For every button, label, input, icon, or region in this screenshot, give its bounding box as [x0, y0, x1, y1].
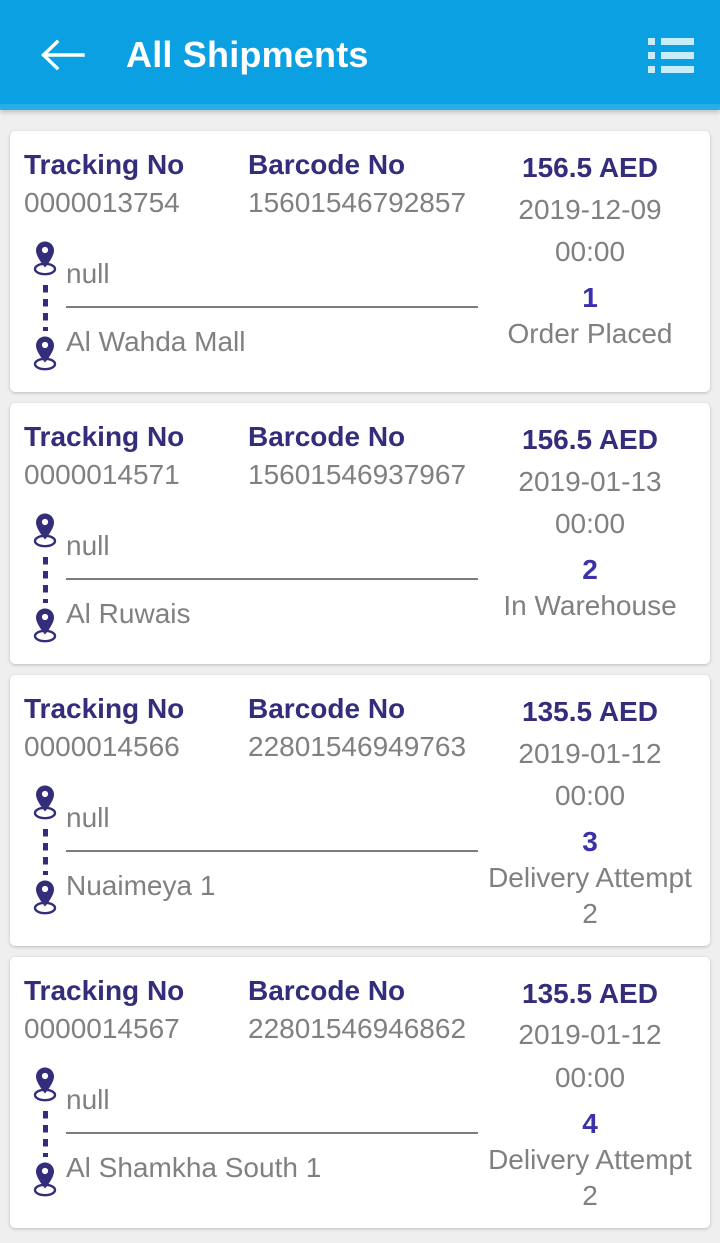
route-rail	[24, 510, 66, 650]
barcode-no-label: Barcode No	[248, 149, 406, 180]
shipment-details: Tracking No 0000013754 Barcode No 156015…	[24, 147, 484, 378]
route-dotted-line	[42, 285, 48, 332]
tracking-no-label: Tracking No	[24, 421, 185, 453]
shipment-card[interactable]: Tracking No 0000014567 Barcode No 228015…	[10, 956, 710, 1228]
origin-address: null	[66, 258, 110, 290]
list-view-icon	[648, 37, 694, 73]
shipment-date: 2019-01-12	[518, 1019, 662, 1051]
route-rail	[24, 1064, 66, 1204]
barcode-no-value: 22801546949763	[248, 731, 467, 763]
shipment-date: 2019-01-12	[518, 737, 662, 769]
tracking-no-label: Tracking No	[24, 974, 185, 1006]
barcode-no-field: Barcode No 22801546949763	[248, 691, 484, 766]
page-title: All Shipments	[126, 34, 369, 75]
destination-address: Al Ruwais	[66, 598, 191, 630]
barcode-no-field: Barcode No 15601546792857	[248, 147, 484, 222]
tracking-no-value: 0000014571	[24, 458, 180, 490]
list-view-button[interactable]	[632, 27, 694, 83]
shipment-details: Tracking No 0000014571 Barcode No 156015…	[24, 419, 484, 650]
barcode-no-value: 22801546946862	[248, 1012, 467, 1044]
barcode-no-value: 15601546792857	[248, 186, 467, 218]
tracking-no-value: 0000014567	[24, 1012, 180, 1044]
shipment-amount: 156.5 AED	[522, 424, 658, 456]
tracking-no-field: Tracking No 0000014566	[24, 691, 248, 766]
barcode-no-field: Barcode No 15601546937967	[248, 419, 484, 494]
shipment-summary: 156.5 AED 2019-12-09 00:00 1 Order Place…	[484, 147, 696, 352]
shipment-details: Tracking No 0000014567 Barcode No 228015…	[24, 973, 484, 1204]
barcode-no-label: Barcode No	[248, 693, 406, 725]
shipment-list[interactable]: Tracking No 0000013754 Barcode No 156015…	[0, 110, 720, 1243]
status-code: 1	[582, 281, 598, 313]
tracking-no-field: Tracking No 0000014571	[24, 419, 248, 494]
tracking-no-field: Tracking No 0000013754	[24, 147, 248, 222]
shipment-identifiers: Tracking No 0000014566 Barcode No 228015…	[24, 691, 484, 766]
shipment-date: 2019-01-13	[518, 465, 662, 497]
status-text: In Warehouse	[503, 590, 677, 622]
destination-address: Al Wahda Mall	[66, 326, 246, 358]
origin-pin-icon	[30, 782, 60, 827]
status-code: 3	[582, 825, 598, 857]
shipment-time: 00:00	[554, 507, 626, 539]
route-rail	[24, 238, 66, 378]
tracking-no-value: 0000014566	[24, 731, 180, 763]
tracking-no-label: Tracking No	[24, 149, 185, 180]
destination-pin-icon	[30, 333, 60, 378]
status-text: Delivery Attempt 2	[488, 1144, 692, 1211]
origin-pin-icon	[30, 510, 60, 555]
origin-address: null	[66, 530, 110, 562]
destination-pin-icon	[30, 1159, 60, 1204]
app-bar: All Shipments	[0, 0, 720, 110]
shipment-card[interactable]: Tracking No 0000014566 Barcode No 228015…	[10, 675, 710, 946]
destination-address: Al Shamkha South 1	[66, 1152, 322, 1184]
tracking-no-label: Tracking No	[24, 693, 185, 725]
shipment-amount: 135.5 AED	[522, 696, 658, 728]
shipment-summary: 135.5 AED 2019-01-12 00:00 3 Delivery At…	[484, 691, 696, 932]
shipment-amount: 156.5 AED	[522, 152, 658, 183]
route-addresses: null Al Shamkha South 1	[66, 1064, 484, 1204]
status-text: Order Placed	[507, 318, 673, 350]
barcode-no-label: Barcode No	[248, 421, 406, 453]
tracking-no-field: Tracking No 0000014567	[24, 973, 248, 1048]
route-addresses: null Al Wahda Mall	[66, 238, 484, 378]
route-section: null Nuaimeya 1	[24, 782, 484, 922]
origin-address: null	[66, 1083, 110, 1115]
destination-address: Nuaimeya 1	[66, 870, 216, 902]
route-addresses: null Nuaimeya 1	[66, 782, 484, 922]
status-code: 2	[582, 553, 598, 585]
back-button[interactable]	[30, 23, 94, 87]
origin-address: null	[66, 802, 110, 834]
shipment-amount: 135.5 AED	[522, 977, 658, 1009]
route-dotted-line	[42, 829, 48, 876]
route-section: null Al Ruwais	[24, 510, 484, 650]
shipment-date: 2019-12-09	[518, 193, 662, 225]
route-addresses: null Al Ruwais	[66, 510, 484, 650]
back-arrow-icon	[39, 37, 85, 73]
shipment-summary: 135.5 AED 2019-01-12 00:00 4 Delivery At…	[484, 973, 696, 1214]
shipment-card[interactable]: Tracking No 0000013754 Barcode No 156015…	[10, 131, 710, 393]
shipment-identifiers: Tracking No 0000013754 Barcode No 156015…	[24, 147, 484, 222]
route-rail	[24, 782, 66, 922]
destination-pin-icon	[30, 605, 60, 650]
destination-pin-icon	[30, 877, 60, 922]
route-section: null Al Shamkha South 1	[24, 1064, 484, 1204]
route-dotted-line	[42, 1110, 48, 1157]
shipment-time: 00:00	[554, 235, 626, 267]
shipment-summary: 156.5 AED 2019-01-13 00:00 2 In Warehous…	[484, 419, 696, 624]
shipment-time: 00:00	[554, 779, 626, 811]
shipment-details: Tracking No 0000014566 Barcode No 228015…	[24, 691, 484, 922]
barcode-no-label: Barcode No	[248, 974, 406, 1006]
shipment-identifiers: Tracking No 0000014571 Barcode No 156015…	[24, 419, 484, 494]
status-code: 4	[582, 1107, 598, 1139]
status-text: Delivery Attempt 2	[488, 862, 692, 930]
shipment-card[interactable]: Tracking No 0000014571 Barcode No 156015…	[10, 403, 710, 665]
route-section: null Al Wahda Mall	[24, 238, 484, 378]
tracking-no-value: 0000013754	[24, 186, 180, 218]
origin-pin-icon	[30, 1064, 60, 1109]
route-dotted-line	[42, 557, 48, 604]
barcode-no-value: 15601546937967	[248, 458, 467, 490]
shipment-time: 00:00	[554, 1061, 626, 1093]
shipment-identifiers: Tracking No 0000014567 Barcode No 228015…	[24, 973, 484, 1048]
origin-pin-icon	[30, 238, 60, 283]
barcode-no-field: Barcode No 22801546946862	[248, 973, 484, 1048]
